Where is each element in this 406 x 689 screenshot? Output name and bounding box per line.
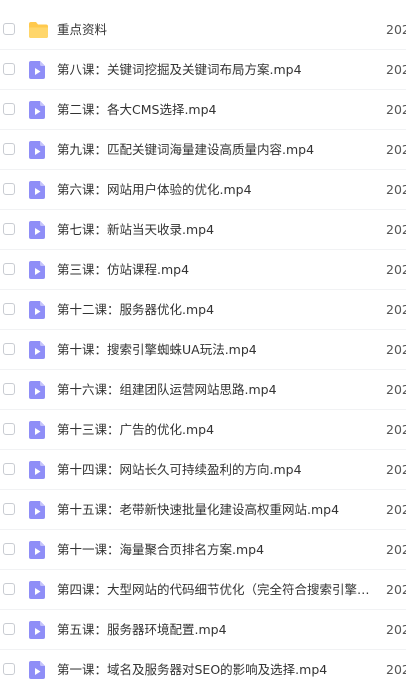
file-row[interactable]: 第一课：域名及服务器对SEO的影响及选择.mp4 202 — [0, 650, 406, 689]
video-file-icon — [28, 460, 47, 480]
modified-date: 202 — [386, 262, 406, 277]
folder-row[interactable]: 重点资料 202 — [0, 10, 406, 50]
video-file-icon — [28, 580, 47, 600]
file-row[interactable]: 第二课：各大CMS选择.mp4 202 — [0, 90, 406, 130]
select-checkbox[interactable] — [3, 663, 15, 675]
file-row[interactable]: 第十一课：海量聚合页排名方案.mp4 202 — [0, 530, 406, 570]
select-checkbox[interactable] — [3, 23, 15, 35]
file-row[interactable]: 第十六课：组建团队运营网站思路.mp4 202 — [0, 370, 406, 410]
modified-date: 202 — [386, 622, 406, 637]
select-checkbox[interactable] — [3, 463, 15, 475]
video-file-icon — [28, 620, 47, 640]
select-checkbox[interactable] — [3, 623, 15, 635]
select-checkbox[interactable] — [3, 143, 15, 155]
file-name[interactable]: 第七课：新站当天收录.mp4 — [57, 220, 372, 240]
modified-date: 202 — [386, 62, 406, 77]
file-row[interactable]: 第七课：新站当天收录.mp4 202 — [0, 210, 406, 250]
file-name[interactable]: 第十三课：广告的优化.mp4 — [57, 420, 372, 440]
file-name[interactable]: 第二课：各大CMS选择.mp4 — [57, 100, 372, 120]
file-name[interactable]: 第十二课：服务器优化.mp4 — [57, 300, 372, 320]
modified-date: 202 — [386, 502, 406, 517]
file-name[interactable]: 第八课：关键词挖掘及关键词布局方案.mp4 — [57, 60, 372, 80]
select-checkbox[interactable] — [3, 303, 15, 315]
folder-icon — [28, 20, 48, 40]
select-checkbox[interactable] — [3, 63, 15, 75]
file-row[interactable]: 第十课：搜索引擎蜘蛛UA玩法.mp4 202 — [0, 330, 406, 370]
file-name[interactable]: 第十课：搜索引擎蜘蛛UA玩法.mp4 — [57, 340, 372, 360]
video-file-icon — [28, 260, 47, 280]
video-file-icon — [28, 340, 47, 360]
video-file-icon — [28, 420, 47, 440]
file-list: 重点资料 202 第八课：关键词挖掘及关键词布局方案.mp4 202 第二课：各大CMS… — [0, 0, 406, 689]
modified-date: 202 — [386, 342, 406, 357]
file-name[interactable]: 第三课：仿站课程.mp4 — [57, 260, 372, 280]
file-row[interactable]: 第八课：关键词挖掘及关键词布局方案.mp4 202 — [0, 50, 406, 90]
file-name[interactable]: 第十四课：网站长久可持续盈利的方向.mp4 — [57, 460, 372, 480]
video-file-icon — [28, 60, 47, 80]
select-checkbox[interactable] — [3, 503, 15, 515]
video-file-icon — [28, 500, 47, 520]
video-file-icon — [28, 140, 47, 160]
select-checkbox[interactable] — [3, 103, 15, 115]
modified-date: 202 — [386, 142, 406, 157]
modified-date: 202 — [386, 302, 406, 317]
modified-date: 202 — [386, 102, 406, 117]
file-row[interactable]: 第十五课：老带新快速批量化建设高权重网站.mp4 202 — [0, 490, 406, 530]
file-row[interactable]: 第十三课：广告的优化.mp4 202 — [0, 410, 406, 450]
file-name[interactable]: 第五课：服务器环境配置.mp4 — [57, 620, 372, 640]
file-name[interactable]: 第十一课：海量聚合页排名方案.mp4 — [57, 540, 372, 560]
file-name[interactable]: 第十五课：老带新快速批量化建设高权重网站.mp4 — [57, 500, 372, 520]
modified-date: 202 — [386, 182, 406, 197]
select-checkbox[interactable] — [3, 263, 15, 275]
file-name[interactable]: 第六课：网站用户体验的优化.mp4 — [57, 180, 372, 200]
modified-date: 202 — [386, 382, 406, 397]
file-row[interactable]: 第四课：大型网站的代码细节优化（完全符合搜索引擎优… 202 — [0, 570, 406, 610]
select-checkbox[interactable] — [3, 543, 15, 555]
file-row[interactable]: 第五课：服务器环境配置.mp4 202 — [0, 610, 406, 650]
select-checkbox[interactable] — [3, 183, 15, 195]
modified-date: 202 — [386, 422, 406, 437]
select-checkbox[interactable] — [3, 423, 15, 435]
select-checkbox[interactable] — [3, 583, 15, 595]
video-file-icon — [28, 300, 47, 320]
file-row[interactable]: 第六课：网站用户体验的优化.mp4 202 — [0, 170, 406, 210]
video-file-icon — [28, 380, 47, 400]
file-name[interactable]: 第四课：大型网站的代码细节优化（完全符合搜索引擎优… — [57, 580, 372, 600]
modified-date: 202 — [386, 222, 406, 237]
file-row[interactable]: 第九课：匹配关键词海量建设高质量内容.mp4 202 — [0, 130, 406, 170]
modified-date: 202 — [386, 462, 406, 477]
select-checkbox[interactable] — [3, 223, 15, 235]
video-file-icon — [28, 180, 47, 200]
select-checkbox[interactable] — [3, 383, 15, 395]
video-file-icon — [28, 660, 47, 680]
file-name[interactable]: 第一课：域名及服务器对SEO的影响及选择.mp4 — [57, 660, 372, 680]
file-name[interactable]: 第九课：匹配关键词海量建设高质量内容.mp4 — [57, 140, 372, 160]
file-name[interactable]: 第十六课：组建团队运营网站思路.mp4 — [57, 380, 372, 400]
file-row[interactable]: 第十四课：网站长久可持续盈利的方向.mp4 202 — [0, 450, 406, 490]
modified-date: 202 — [386, 582, 406, 597]
file-name[interactable]: 重点资料 — [57, 20, 372, 40]
modified-date: 202 — [386, 662, 406, 677]
video-file-icon — [28, 220, 47, 240]
select-checkbox[interactable] — [3, 343, 15, 355]
video-file-icon — [28, 540, 47, 560]
video-file-icon — [28, 100, 47, 120]
modified-date: 202 — [386, 542, 406, 557]
modified-date: 202 — [386, 22, 406, 37]
file-row[interactable]: 第十二课：服务器优化.mp4 202 — [0, 290, 406, 330]
file-row[interactable]: 第三课：仿站课程.mp4 202 — [0, 250, 406, 290]
